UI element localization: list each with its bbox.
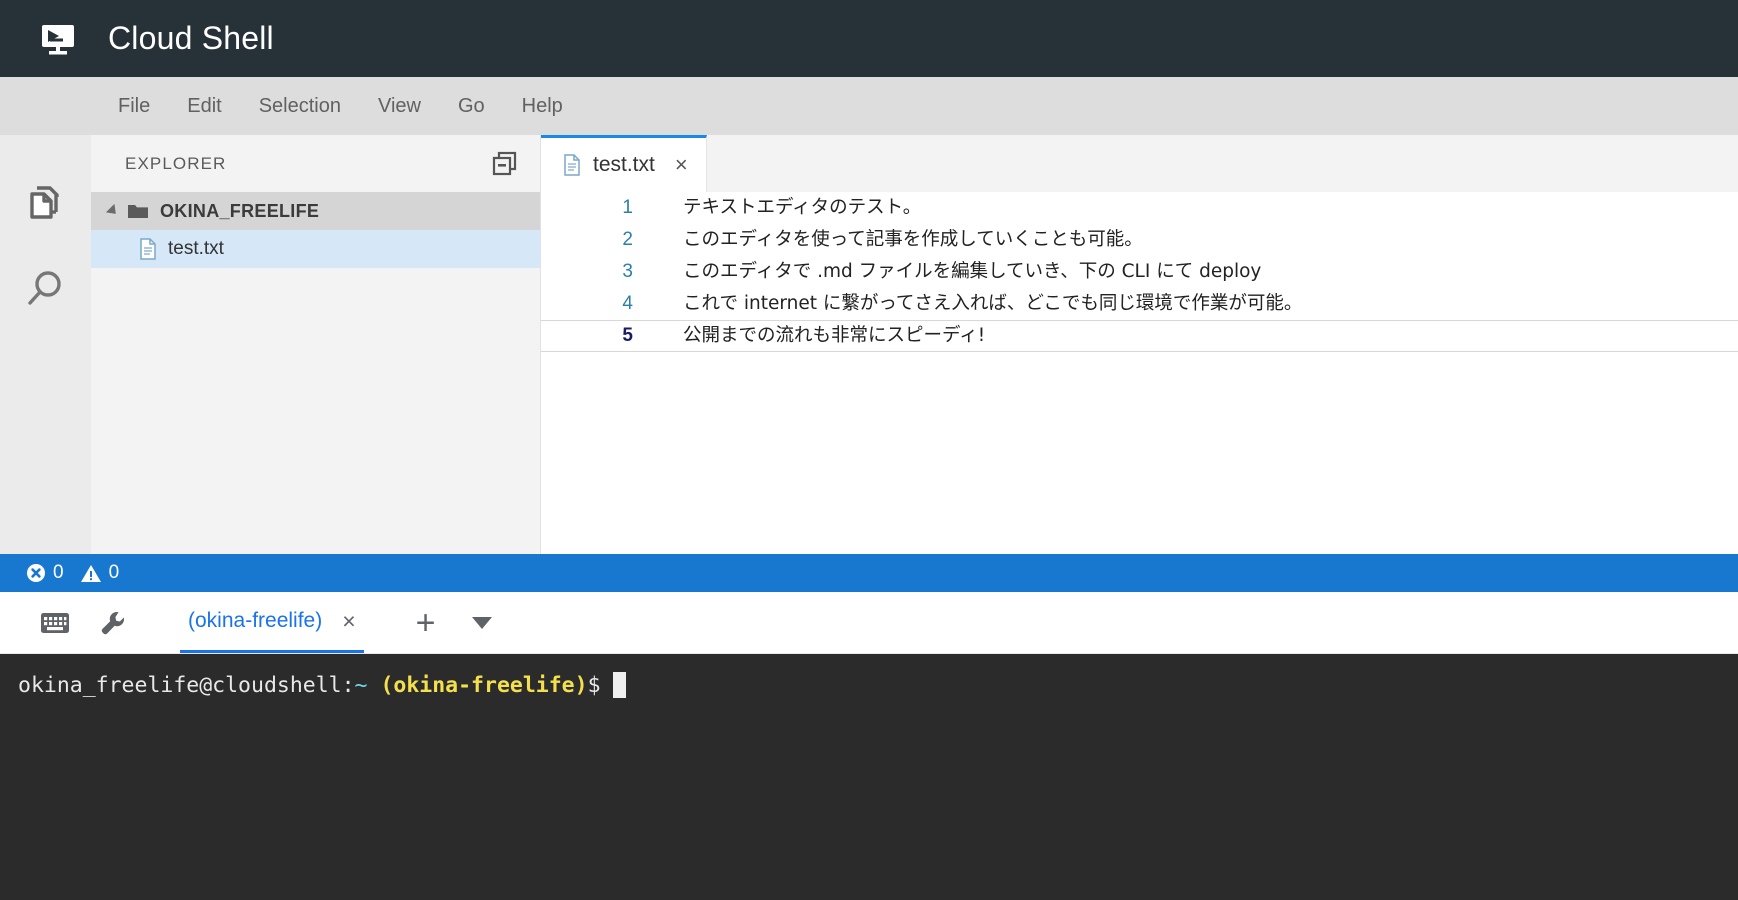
line-text: これで internet に繋がってさえ入れば、どこでも同じ環境で作業が可能。	[683, 293, 1303, 314]
tree-folder-label: OKINA_FREELIFE	[160, 200, 320, 221]
terminal-output[interactable]: okina_freelife@cloudshell: ~ (okina-free…	[0, 654, 1738, 900]
chevron-down-icon	[105, 203, 121, 219]
menu-item-help[interactable]: Help	[508, 90, 577, 123]
prompt-project: (okina-freelife)	[380, 672, 588, 698]
code-line: 2 このエディタを使って記事を作成していくことも可能。	[541, 224, 1738, 256]
menubar: File Edit Selection View Go Help	[0, 77, 1738, 135]
sidebar-title: EXPLORER	[125, 153, 227, 173]
terminal-tab-label: (okina-freelife)	[188, 609, 323, 632]
text-file-icon	[139, 238, 157, 260]
add-terminal-button[interactable]: +	[416, 606, 436, 640]
cloud-shell-window: Cloud Shell File Edit Selection View Go …	[0, 0, 1738, 900]
sidebar-header: EXPLORER	[91, 135, 540, 192]
terminal-cursor	[612, 672, 626, 698]
workbench: EXPLORER OKINA_FREELIFE test.txt test.tx…	[0, 135, 1738, 554]
line-number: 5	[622, 325, 633, 346]
prompt-user-host: okina_freelife@cloudshell:	[18, 672, 355, 698]
chevron-down-icon[interactable]	[471, 616, 492, 629]
line-number: 1	[622, 197, 633, 218]
error-circle-icon	[26, 563, 46, 583]
prompt-symbol: $	[587, 672, 601, 698]
status-bar: 0 0	[0, 554, 1738, 592]
app-header: Cloud Shell	[0, 0, 1738, 77]
tab-label: test.txt	[593, 153, 655, 176]
line-text: テキストエディタのテスト。	[683, 197, 922, 218]
line-number: 2	[622, 229, 633, 250]
terminal-tabbar: (okina-freelife) × +	[0, 592, 1738, 654]
menu-item-view[interactable]: View	[364, 90, 435, 123]
error-count: 0	[53, 562, 64, 583]
editor-tabbar: test.txt ×	[541, 135, 1738, 192]
code-line: 1 テキストエディタのテスト。	[541, 192, 1738, 224]
search-icon[interactable]	[0, 245, 91, 333]
code-line: 4 これで internet に繋がってさえ入れば、どこでも同じ環境で作業が可能…	[541, 288, 1738, 320]
split-editor-icon[interactable]	[488, 147, 522, 181]
code-line-current: 5 公開までの流れも非常にスピーディ!	[541, 320, 1738, 352]
prompt-path: ~	[354, 672, 368, 698]
keyboard-icon[interactable]	[26, 594, 84, 652]
menu-item-file[interactable]: File	[104, 90, 164, 123]
menu-item-selection[interactable]: Selection	[245, 90, 355, 123]
tab-test-txt[interactable]: test.txt ×	[541, 135, 707, 192]
editor-group: test.txt × 1 テキストエディタのテスト。 2 このエディタを使って記…	[541, 135, 1738, 554]
close-icon[interactable]: ×	[675, 154, 688, 176]
folder-icon	[127, 202, 149, 220]
line-text: このエディタを使って記事を作成していくことも可能。	[683, 229, 1143, 250]
line-text: このエディタで .md ファイルを編集していき、下の CLI にて deploy	[683, 261, 1262, 282]
wrench-icon[interactable]	[84, 594, 142, 652]
status-problems[interactable]: 0	[26, 562, 64, 584]
line-number: 4	[622, 293, 633, 314]
file-tree: OKINA_FREELIFE test.txt	[91, 192, 540, 554]
page-title: Cloud Shell	[108, 20, 274, 56]
files-explorer-icon[interactable]	[0, 157, 91, 245]
terminal-prompt-line: okina_freelife@cloudshell: ~ (okina-free…	[18, 672, 1738, 698]
tree-file-label: test.txt	[168, 238, 224, 259]
tree-folder-okina-freelife[interactable]: OKINA_FREELIFE	[91, 192, 540, 230]
code-editor[interactable]: 1 テキストエディタのテスト。 2 このエディタを使って記事を作成していくことも…	[541, 192, 1738, 554]
warning-triangle-icon	[80, 563, 102, 583]
cloud-shell-terminal-icon	[38, 19, 78, 59]
line-number: 3	[622, 261, 633, 282]
menu-item-edit[interactable]: Edit	[173, 90, 235, 123]
close-icon[interactable]: ×	[342, 609, 355, 633]
activity-bar	[0, 135, 91, 554]
line-text: 公開までの流れも非常にスピーディ!	[683, 325, 986, 346]
tree-file-test-txt[interactable]: test.txt	[91, 230, 540, 268]
menu-item-go[interactable]: Go	[444, 90, 499, 123]
code-line: 3 このエディタで .md ファイルを編集していき、下の CLI にて depl…	[541, 256, 1738, 288]
sidebar: EXPLORER OKINA_FREELIFE test.txt	[91, 135, 541, 554]
terminal-tab-okina-freelife[interactable]: (okina-freelife) ×	[180, 593, 364, 653]
text-file-icon	[563, 154, 581, 176]
status-warnings[interactable]: 0	[80, 562, 120, 584]
warning-count: 0	[108, 562, 120, 583]
